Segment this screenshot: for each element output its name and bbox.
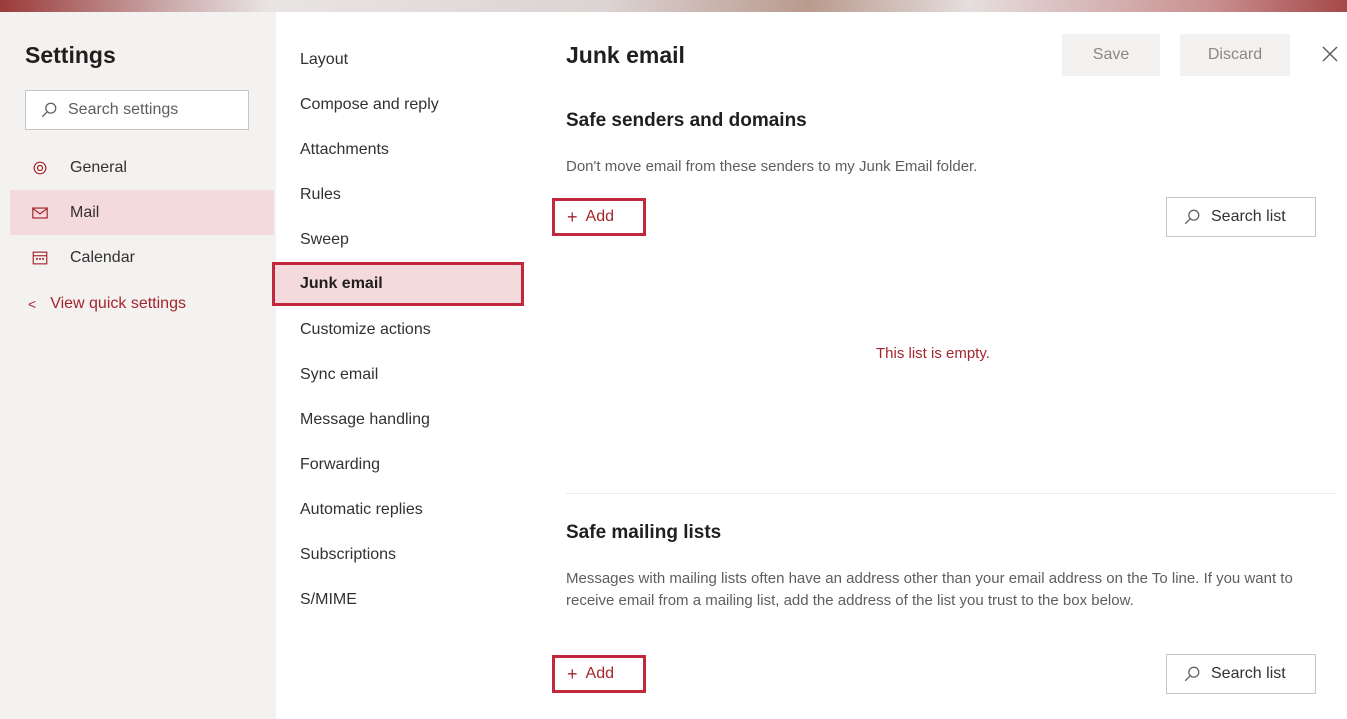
discard-button[interactable]: Discard (1180, 34, 1290, 76)
search-icon (41, 102, 57, 118)
safe-senders-description: Don't move email from these senders to m… (566, 158, 978, 175)
search-icon (1184, 666, 1200, 682)
settings-title: Settings (25, 42, 116, 68)
sidebar-item-label: Calendar (70, 248, 135, 266)
menu-item-layout[interactable]: Layout (276, 40, 524, 80)
search-mailing-lists-button[interactable]: Search list (1166, 654, 1316, 694)
add-safe-sender-button[interactable]: + Add (552, 198, 646, 236)
page-title: Junk email (566, 42, 685, 68)
menu-item-sync-email[interactable]: Sync email (276, 355, 524, 395)
search-list-label: Search list (1211, 208, 1286, 225)
junk-email-settings-pane: Junk email Save Discard Safe senders and… (526, 12, 1347, 719)
save-button[interactable]: Save (1062, 34, 1160, 76)
calendar-icon (30, 248, 50, 268)
menu-item-subscriptions[interactable]: Subscriptions (276, 535, 524, 575)
mail-icon (30, 203, 50, 223)
sidebar-item-label: General (70, 158, 127, 176)
menu-item-smime[interactable]: S/MIME (276, 580, 524, 620)
quick-settings-label: View quick settings (50, 295, 186, 312)
menu-item-sweep[interactable]: Sweep (276, 220, 524, 260)
safe-mailing-lists-heading: Safe mailing lists (566, 522, 722, 543)
sidebar-item-label: Mail (70, 203, 100, 221)
menu-item-compose-and-reply[interactable]: Compose and reply (276, 85, 524, 125)
plus-icon: + (567, 663, 578, 684)
search-safe-senders-button[interactable]: Search list (1166, 197, 1316, 237)
menu-item-rules[interactable]: Rules (276, 175, 524, 215)
settings-sidebar: Settings General Mail (0, 12, 276, 719)
section-divider (566, 493, 1336, 494)
menu-item-attachments[interactable]: Attachments (276, 130, 524, 170)
search-icon (1184, 209, 1200, 225)
chevron-left-icon: < (28, 296, 37, 312)
safe-senders-heading: Safe senders and domains (566, 110, 807, 131)
menu-item-message-handling[interactable]: Message handling (276, 400, 524, 440)
menu-item-forwarding[interactable]: Forwarding (276, 445, 524, 485)
close-icon[interactable] (1318, 42, 1342, 66)
empty-list-message: This list is empty. (876, 345, 990, 362)
sidebar-item-mail[interactable]: Mail (10, 190, 274, 235)
view-quick-settings-link[interactable]: < View quick settings (28, 295, 186, 313)
menu-item-customize-actions[interactable]: Customize actions (276, 310, 524, 350)
gear-icon (30, 158, 50, 178)
add-label: Add (585, 665, 614, 682)
safe-mailing-lists-description: Messages with mailing lists often have a… (566, 570, 1293, 609)
add-label: Add (585, 208, 614, 225)
menu-item-automatic-replies[interactable]: Automatic replies (276, 490, 524, 530)
mail-settings-menu: Layout Compose and reply Attachments Rul… (272, 12, 526, 719)
add-safe-mailing-list-button[interactable]: + Add (552, 655, 646, 693)
search-list-label: Search list (1211, 665, 1286, 682)
sidebar-item-general[interactable]: General (10, 145, 274, 190)
plus-icon: + (567, 206, 578, 227)
search-settings-input[interactable] (68, 101, 228, 119)
background-banner-strip (0, 0, 1347, 12)
search-settings-field[interactable] (25, 90, 249, 130)
sidebar-item-calendar[interactable]: Calendar (10, 235, 274, 280)
menu-item-junk-email[interactable]: Junk email (272, 262, 524, 306)
